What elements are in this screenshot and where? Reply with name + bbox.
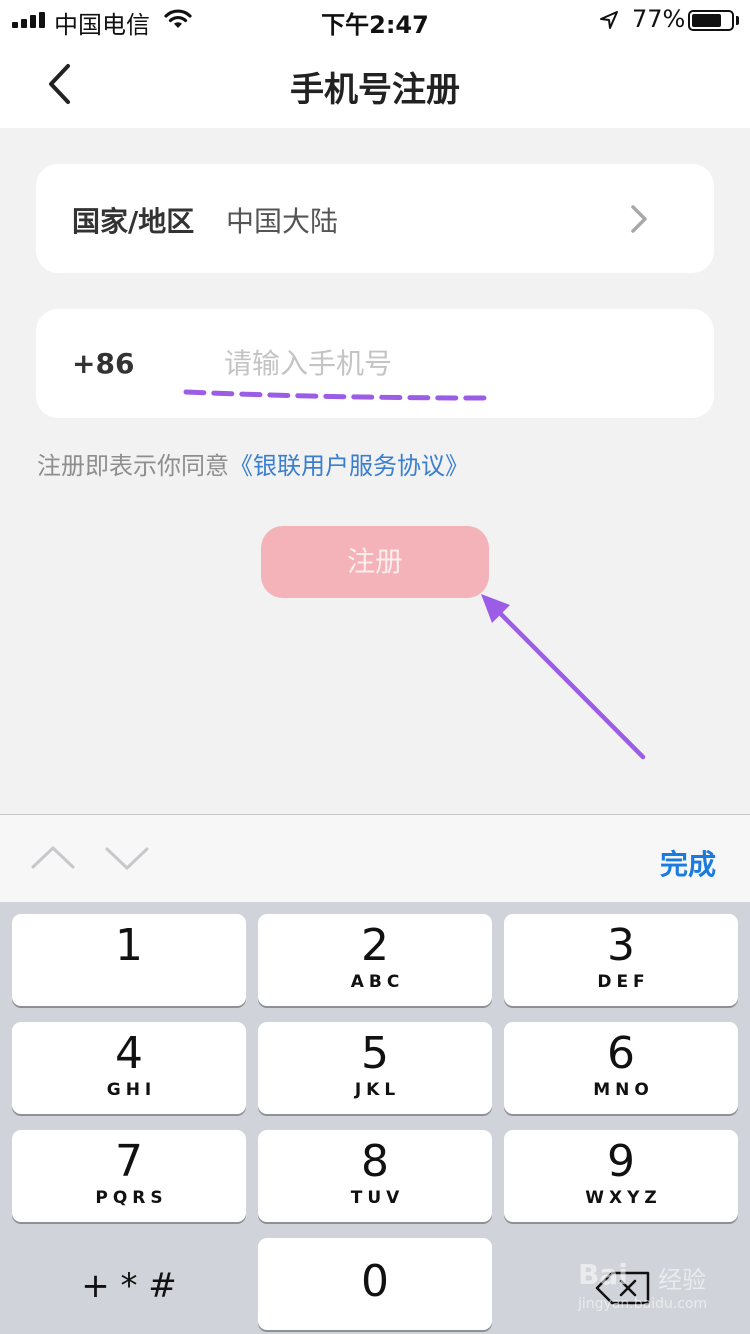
phone-number-card: +86 <box>36 309 714 418</box>
key-digit: 8 <box>361 1136 389 1187</box>
key-digit: 4 <box>115 1028 143 1079</box>
key-digit: 9 <box>607 1136 635 1187</box>
watermark-logo: Bai <box>578 1258 628 1291</box>
key-digit: 3 <box>607 920 635 971</box>
agreement-link[interactable]: 《银联用户服务协议》 <box>229 452 469 480</box>
key-5[interactable]: 5 JKL <box>258 1022 492 1114</box>
annotation-arrowhead <box>481 594 510 623</box>
key-symbols[interactable]: + * # <box>12 1240 246 1332</box>
battery-percentage: 77% <box>632 5 686 33</box>
phone-number-input[interactable] <box>224 335 664 391</box>
key-digit: 0 <box>361 1256 389 1307</box>
key-6[interactable]: 6 MNO <box>504 1022 738 1114</box>
baidu-jingyan-watermark: Bai 经验 jingyan.baidu.com <box>574 1252 714 1322</box>
register-button[interactable]: 注册 <box>261 526 489 598</box>
nav-bar: 手机号注册 <box>0 40 750 128</box>
key-letters: DEF <box>597 972 650 992</box>
keyboard-toolbar: 完成 <box>0 814 750 902</box>
watermark-text: 经验 <box>658 1266 706 1294</box>
battery-icon <box>688 10 734 31</box>
key-letters: PQRS <box>95 1188 168 1208</box>
key-digit: 7 <box>115 1136 143 1187</box>
key-digit: 1 <box>115 920 143 971</box>
key-digit: 5 <box>361 1028 389 1079</box>
region-selector[interactable]: 国家/地区 中国大陆 <box>36 164 714 273</box>
annotation-arrow <box>484 597 646 760</box>
key-letters: ABC <box>350 972 405 992</box>
chevron-down-icon[interactable] <box>104 841 150 875</box>
page-title: 手机号注册 <box>290 70 460 110</box>
agreement-prefix: 注册即表示你同意 <box>37 452 229 480</box>
done-button[interactable]: 完成 <box>660 843 716 883</box>
key-1[interactable]: 1 <box>12 914 246 1006</box>
key-7[interactable]: 7 PQRS <box>12 1130 246 1222</box>
key-8[interactable]: 8 TUV <box>258 1130 492 1222</box>
agreement-text: 注册即表示你同意《银联用户服务协议》 <box>37 446 469 481</box>
region-label: 国家/地区 <box>72 205 195 238</box>
key-letters: WXYZ <box>585 1188 662 1208</box>
location-arrow-icon <box>600 11 618 29</box>
key-4[interactable]: 4 GHI <box>12 1022 246 1114</box>
key-0[interactable]: 0 <box>258 1238 492 1330</box>
chevron-right-icon <box>631 205 647 233</box>
key-9[interactable]: 9 WXYZ <box>504 1130 738 1222</box>
key-letters: GHI <box>106 1080 157 1100</box>
key-digit: 2 <box>361 920 389 971</box>
chevron-up-icon[interactable] <box>30 841 76 875</box>
region-value: 中国大陆 <box>226 205 339 238</box>
key-letters: JKL <box>354 1080 401 1100</box>
key-letters: MNO <box>593 1080 654 1100</box>
key-3[interactable]: 3 DEF <box>504 914 738 1006</box>
battery-tip <box>736 16 739 25</box>
watermark-url: jingyan.baidu.com <box>578 1296 708 1312</box>
key-digit: 6 <box>607 1028 635 1079</box>
key-2[interactable]: 2 ABC <box>258 914 492 1006</box>
country-code: +86 <box>72 347 135 380</box>
key-letters: TUV <box>350 1188 405 1208</box>
status-bar: 中国电信 下午2:47 77% <box>0 0 750 40</box>
